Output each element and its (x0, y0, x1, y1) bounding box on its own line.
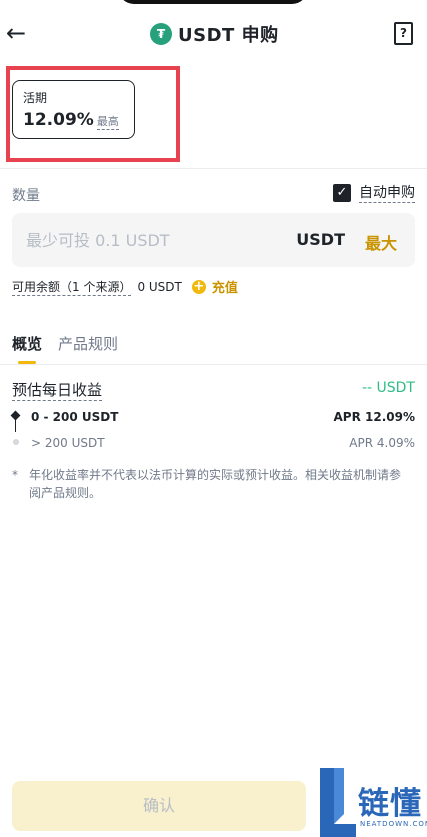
auto-subscribe-toggle[interactable]: ✓ 自动申购 (333, 182, 415, 203)
watermark-sub: NEATDOWN.COM (360, 820, 427, 828)
watermark-logo: 链懂 NEATDOWN.COM (314, 768, 427, 837)
apr-tier-row: 0 - 200 USDT APR 12.09% (0, 408, 427, 432)
max-button[interactable]: 最大 (365, 230, 397, 254)
note-text: 年化收益率并不代表以法币计算的实际或预计收益。相关收益机制请参阅产品规则。 (29, 468, 402, 500)
page-title: USDT 申购 (178, 25, 279, 46)
help-book-icon[interactable]: ? (394, 22, 413, 45)
tier-connector (15, 420, 16, 432)
tabs-divider (0, 364, 427, 365)
watermark-l-icon (320, 768, 356, 837)
page-title-group: ₮ USDT 申购 (150, 20, 279, 48)
tier-dot-icon (13, 439, 19, 445)
confirm-button[interactable]: 确认 (12, 781, 306, 831)
tier-apr: APR 12.09% (333, 410, 415, 424)
term-option-flexible[interactable]: 活期 12.09% 最高 (12, 80, 135, 139)
tier-range: 0 - 200 USDT (31, 410, 119, 424)
amount-field[interactable]: USDT 最大 (12, 213, 415, 267)
quantity-label: 数量 (12, 188, 40, 204)
term-rate-row: 12.09% 最高 (23, 110, 134, 130)
term-name: 活期 (23, 91, 48, 105)
auto-subscribe-label: 自动申购 (359, 182, 415, 203)
estimated-daily-earnings-value: -- USDT (361, 380, 415, 396)
available-balance-label[interactable]: 可用余额（1 个来源） (12, 278, 132, 296)
apr-disclaimer: * 年化收益率并不代表以法币计算的实际或预计收益。相关收益机制请参阅产品规则。 (12, 466, 412, 502)
estimated-daily-earnings-label[interactable]: 预估每日收益 (12, 379, 103, 401)
plus-circle-icon[interactable]: + (191, 279, 206, 294)
watermark-text: 链懂 (358, 786, 422, 822)
checkbox-checked-icon[interactable]: ✓ (333, 183, 351, 202)
term-rate: 12.09% (23, 110, 94, 130)
header: ← ₮ USDT 申购 ? (0, 18, 427, 50)
usdt-coin-icon: ₮ (150, 23, 172, 45)
available-balance-row: 可用余额（1 个来源） 0 USDT + 充值 (12, 277, 238, 296)
tab-bar: 概览 产品规则 (12, 333, 118, 364)
topup-link[interactable]: 充值 (212, 277, 238, 296)
available-balance-value: 0 USDT (137, 279, 182, 294)
tier-apr: APR 4.09% (349, 436, 415, 450)
section-divider (0, 168, 427, 169)
tier-active-diamond-icon (10, 410, 21, 421)
amount-input[interactable] (26, 213, 286, 267)
apr-tier-row: > 200 USDT APR 4.09% (0, 434, 427, 454)
note-star: * (12, 468, 18, 482)
tab-overview[interactable]: 概览 (12, 333, 42, 364)
back-arrow-icon[interactable]: ← (4, 20, 28, 48)
tier-range: > 200 USDT (31, 436, 105, 450)
device-notch (118, 0, 308, 4)
amount-unit: USDT (296, 230, 345, 249)
tab-product-rules[interactable]: 产品规则 (58, 333, 118, 363)
term-max-label: 最高 (96, 115, 119, 130)
